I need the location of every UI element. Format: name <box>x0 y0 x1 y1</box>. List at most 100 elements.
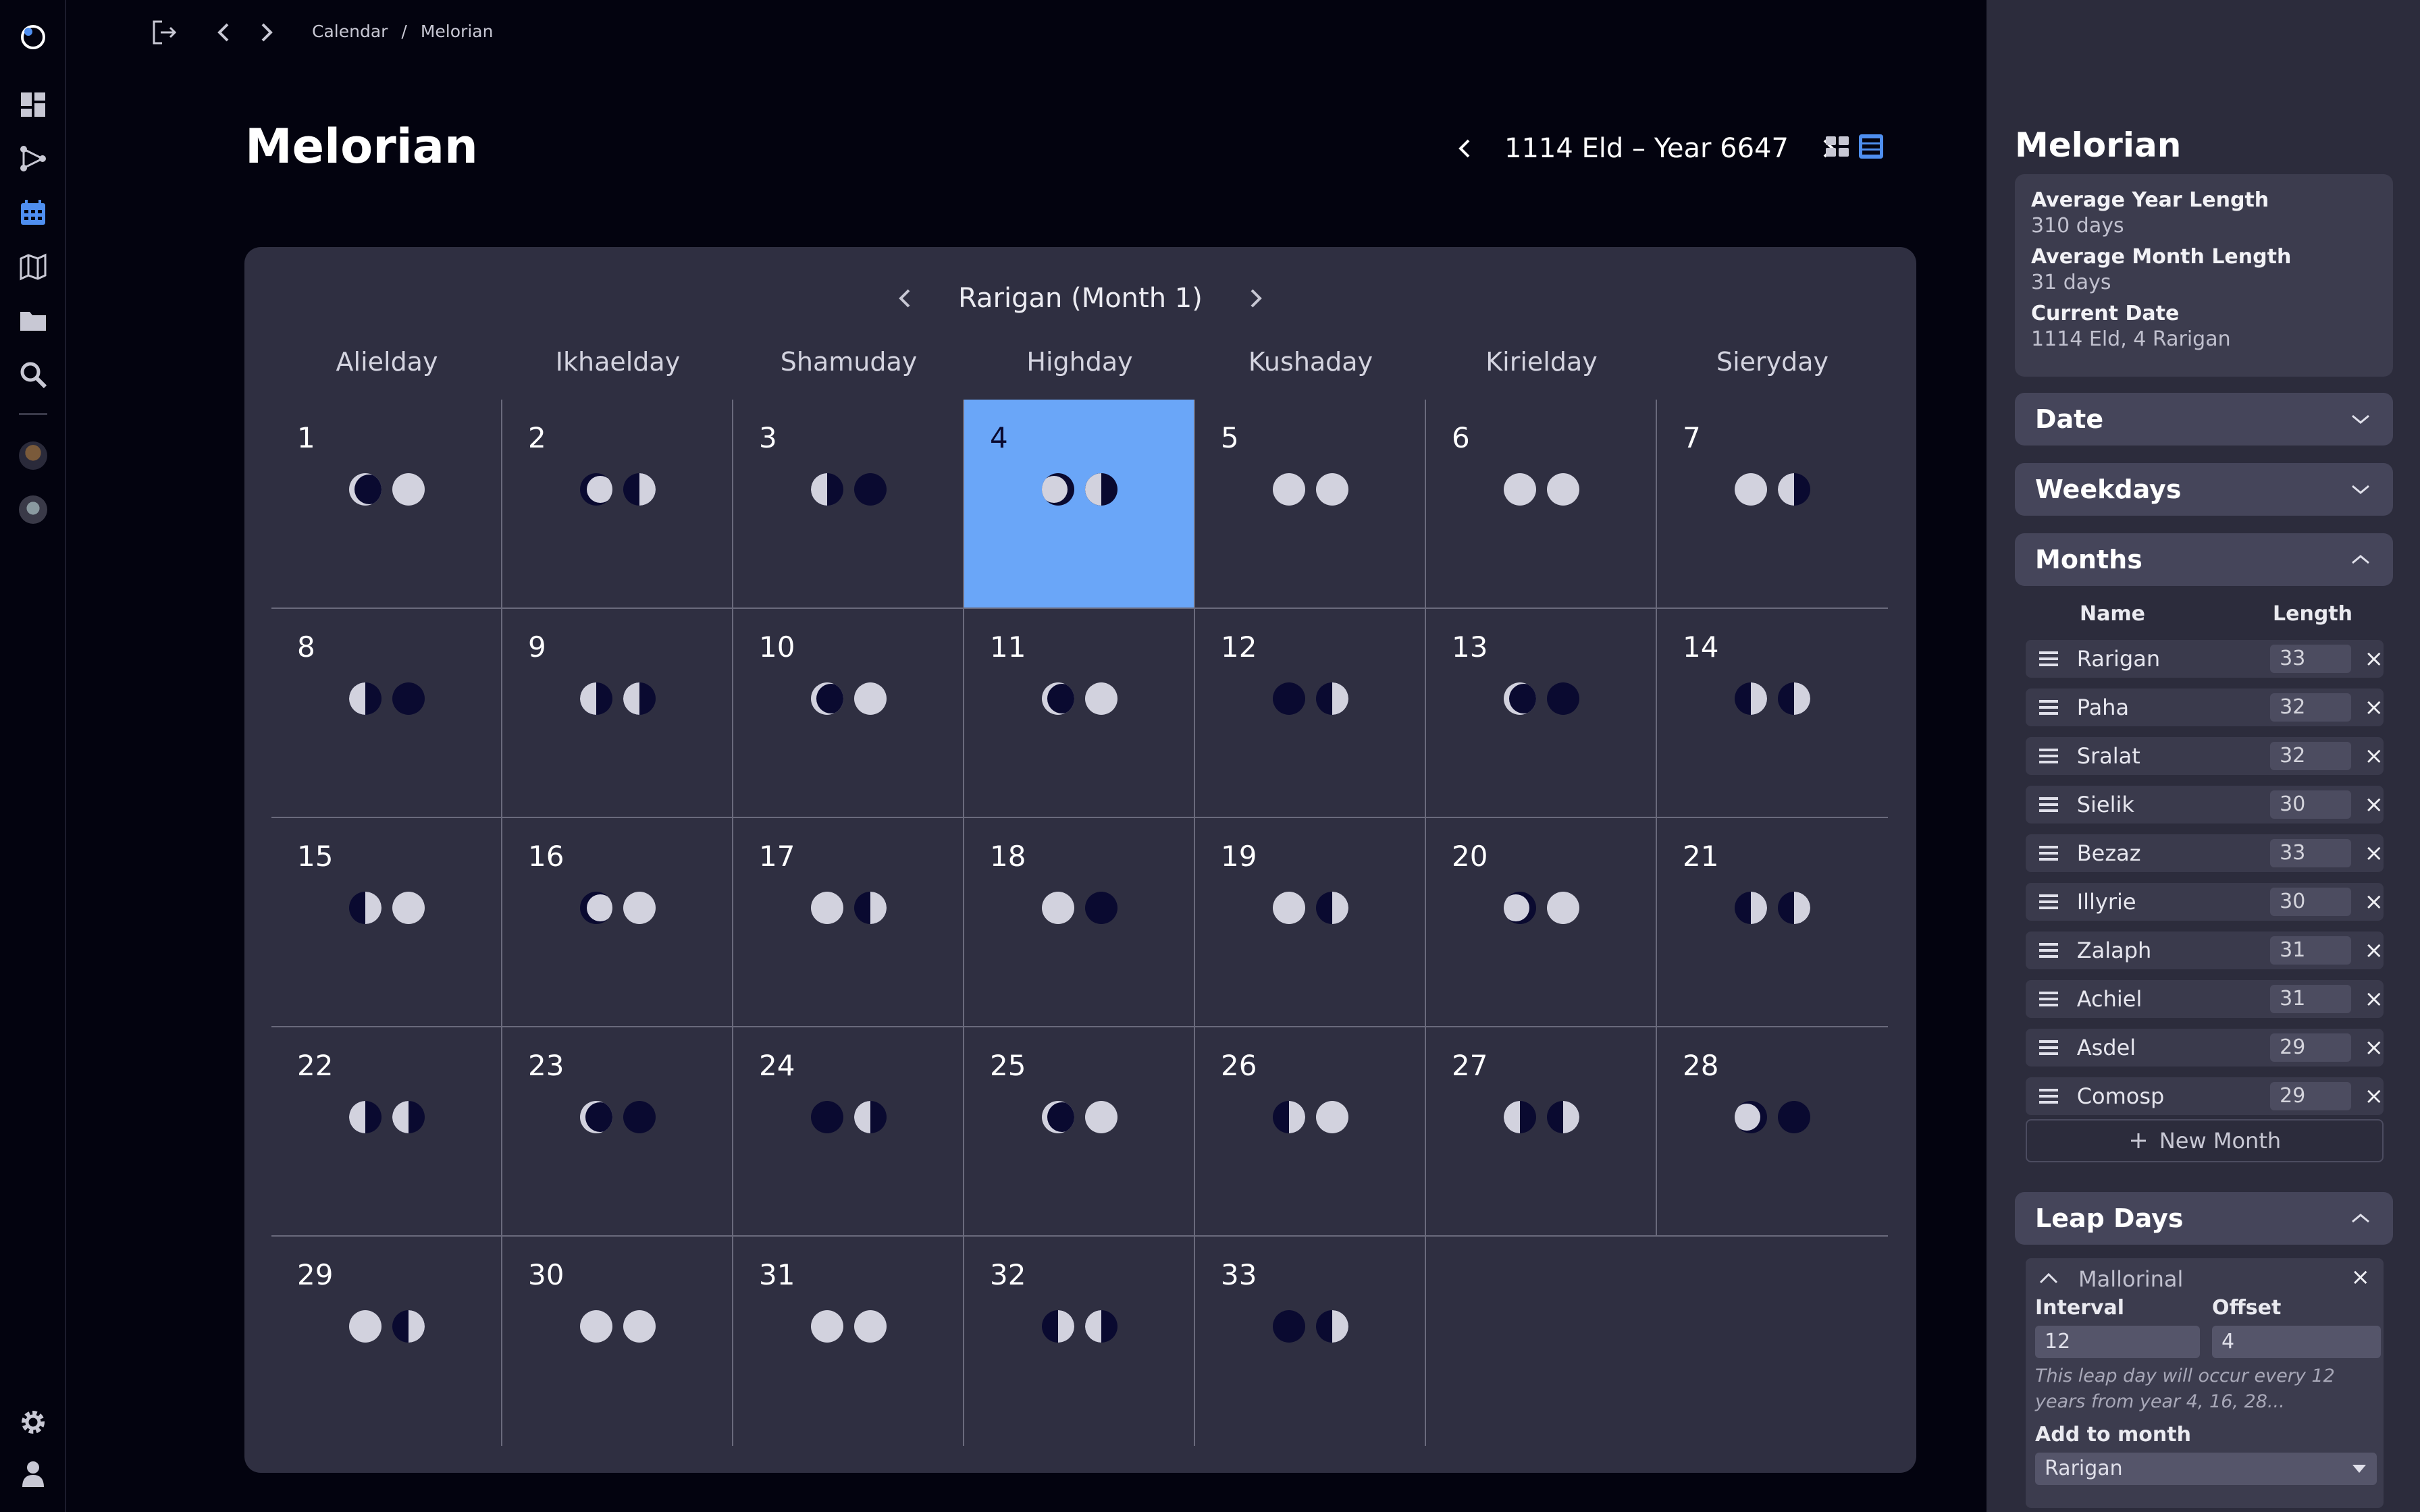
day-cell[interactable]: 15 <box>271 818 502 1027</box>
search-icon[interactable] <box>16 358 50 392</box>
month-name-input[interactable]: Illyrie <box>2077 889 2244 915</box>
app-logo-icon[interactable] <box>16 19 50 53</box>
day-cell[interactable]: 6 <box>1426 400 1657 609</box>
drag-handle[interactable] <box>2032 695 2065 720</box>
day-cell[interactable]: 14 <box>1657 609 1888 818</box>
day-cell[interactable]: 7 <box>1657 400 1888 609</box>
calendar-icon[interactable] <box>16 196 50 230</box>
new-month-button[interactable]: New Month <box>2026 1119 2384 1162</box>
date-section-header[interactable]: Date <box>2015 393 2393 446</box>
forward-icon[interactable] <box>251 18 281 47</box>
drag-handle[interactable] <box>2032 890 2065 914</box>
day-cell[interactable]: 22 <box>271 1027 502 1237</box>
avatar[interactable] <box>19 441 47 470</box>
drag-handle[interactable] <box>2032 647 2065 671</box>
day-cell[interactable]: 8 <box>271 609 502 818</box>
remove-leap-day-button[interactable]: × <box>2351 1264 2371 1291</box>
day-cell[interactable]: 10 <box>733 609 964 818</box>
day-cell[interactable]: 31 <box>733 1237 964 1446</box>
month-name-input[interactable]: Rarigan <box>2077 646 2244 672</box>
day-cell[interactable]: 19 <box>1195 818 1426 1027</box>
day-cell[interactable]: 4 <box>964 400 1195 609</box>
month-length-input[interactable]: 31 <box>2270 936 2351 965</box>
remove-month-button[interactable]: × <box>2365 1034 2384 1061</box>
interval-input[interactable]: 12 <box>2035 1326 2200 1358</box>
day-cell[interactable]: 1 <box>271 400 502 609</box>
month-name-input[interactable]: Asdel <box>2077 1035 2244 1060</box>
month-length-input[interactable]: 29 <box>2270 1082 2351 1110</box>
remove-month-button[interactable]: × <box>2365 742 2384 770</box>
remove-month-button[interactable]: × <box>2365 888 2384 915</box>
drag-handle[interactable] <box>2032 938 2065 963</box>
day-cell[interactable]: 20 <box>1426 818 1657 1027</box>
avatar[interactable] <box>19 495 47 524</box>
day-cell[interactable]: 21 <box>1657 818 1888 1027</box>
day-cell[interactable]: 9 <box>502 609 733 818</box>
collapse-leap-day-button[interactable] <box>2035 1265 2062 1292</box>
day-cell[interactable]: 25 <box>964 1027 1195 1237</box>
breadcrumb-calendar[interactable]: Calendar <box>312 22 388 41</box>
drag-handle[interactable] <box>2032 744 2065 768</box>
remove-month-button[interactable]: × <box>2365 791 2384 818</box>
month-name-input[interactable]: Zalaph <box>2077 938 2244 963</box>
day-cell[interactable]: 13 <box>1426 609 1657 818</box>
prev-year-button[interactable] <box>1450 134 1480 163</box>
remove-month-button[interactable]: × <box>2365 840 2384 867</box>
user-icon[interactable] <box>16 1457 50 1490</box>
day-cell[interactable]: 3 <box>733 400 964 609</box>
drag-handle[interactable] <box>2032 1084 2065 1108</box>
day-cell[interactable]: 11 <box>964 609 1195 818</box>
remove-month-button[interactable]: × <box>2365 937 2384 964</box>
day-cell[interactable]: 33 <box>1195 1237 1426 1446</box>
month-length-input[interactable]: 30 <box>2270 888 2351 916</box>
month-name-input[interactable]: Comosp <box>2077 1083 2244 1109</box>
drag-handle[interactable] <box>2032 1035 2065 1060</box>
leap-day-name[interactable]: Mallorinal <box>2078 1266 2183 1292</box>
weekdays-section-header[interactable]: Weekdays <box>2015 463 2393 516</box>
drag-handle[interactable] <box>2032 841 2065 865</box>
day-cell[interactable]: 12 <box>1195 609 1426 818</box>
month-length-input[interactable]: 30 <box>2270 790 2351 819</box>
folder-icon[interactable] <box>16 304 50 338</box>
drag-handle[interactable] <box>2032 987 2065 1011</box>
month-length-input[interactable]: 32 <box>2270 742 2351 770</box>
remove-month-button[interactable]: × <box>2365 986 2384 1013</box>
month-name-input[interactable]: Sielik <box>2077 792 2244 817</box>
grid-view-button[interactable] <box>1822 128 1853 165</box>
day-cell[interactable]: 5 <box>1195 400 1426 609</box>
day-cell[interactable]: 23 <box>502 1027 733 1237</box>
day-cell[interactable]: 16 <box>502 818 733 1027</box>
month-name-input[interactable]: Bezaz <box>2077 840 2244 866</box>
remove-month-button[interactable]: × <box>2365 694 2384 721</box>
leap-days-section-header[interactable]: Leap Days <box>2015 1192 2393 1245</box>
offset-input[interactable]: 4 <box>2212 1326 2381 1358</box>
exit-icon[interactable] <box>150 18 180 47</box>
month-name-input[interactable]: Sralat <box>2077 743 2244 769</box>
month-length-input[interactable]: 31 <box>2270 985 2351 1013</box>
month-length-input[interactable]: 33 <box>2270 645 2351 673</box>
back-icon[interactable] <box>209 18 239 47</box>
day-cell[interactable]: 27 <box>1426 1027 1657 1237</box>
remove-month-button[interactable]: × <box>2365 1083 2384 1110</box>
months-section-header[interactable]: Months <box>2015 533 2393 586</box>
drag-handle[interactable] <box>2032 792 2065 817</box>
day-cell[interactable]: 28 <box>1657 1027 1888 1237</box>
remove-month-button[interactable]: × <box>2365 645 2384 672</box>
breadcrumb-current[interactable]: Melorian <box>421 22 494 41</box>
day-cell[interactable]: 17 <box>733 818 964 1027</box>
day-cell[interactable]: 18 <box>964 818 1195 1027</box>
month-length-input[interactable]: 32 <box>2270 693 2351 722</box>
day-cell[interactable]: 30 <box>502 1237 733 1446</box>
month-length-input[interactable]: 29 <box>2270 1033 2351 1062</box>
gear-icon[interactable] <box>16 1405 50 1439</box>
month-name-input[interactable]: Achiel <box>2077 986 2244 1012</box>
day-cell[interactable]: 2 <box>502 400 733 609</box>
prev-month-button[interactable] <box>891 284 920 313</box>
day-cell[interactable]: 32 <box>964 1237 1195 1446</box>
dashboard-icon[interactable] <box>16 88 50 122</box>
map-icon[interactable] <box>16 250 50 284</box>
graph-icon[interactable] <box>16 142 50 176</box>
day-cell[interactable]: 26 <box>1195 1027 1426 1237</box>
day-cell[interactable]: 29 <box>271 1237 502 1446</box>
month-name-input[interactable]: Paha <box>2077 695 2244 720</box>
